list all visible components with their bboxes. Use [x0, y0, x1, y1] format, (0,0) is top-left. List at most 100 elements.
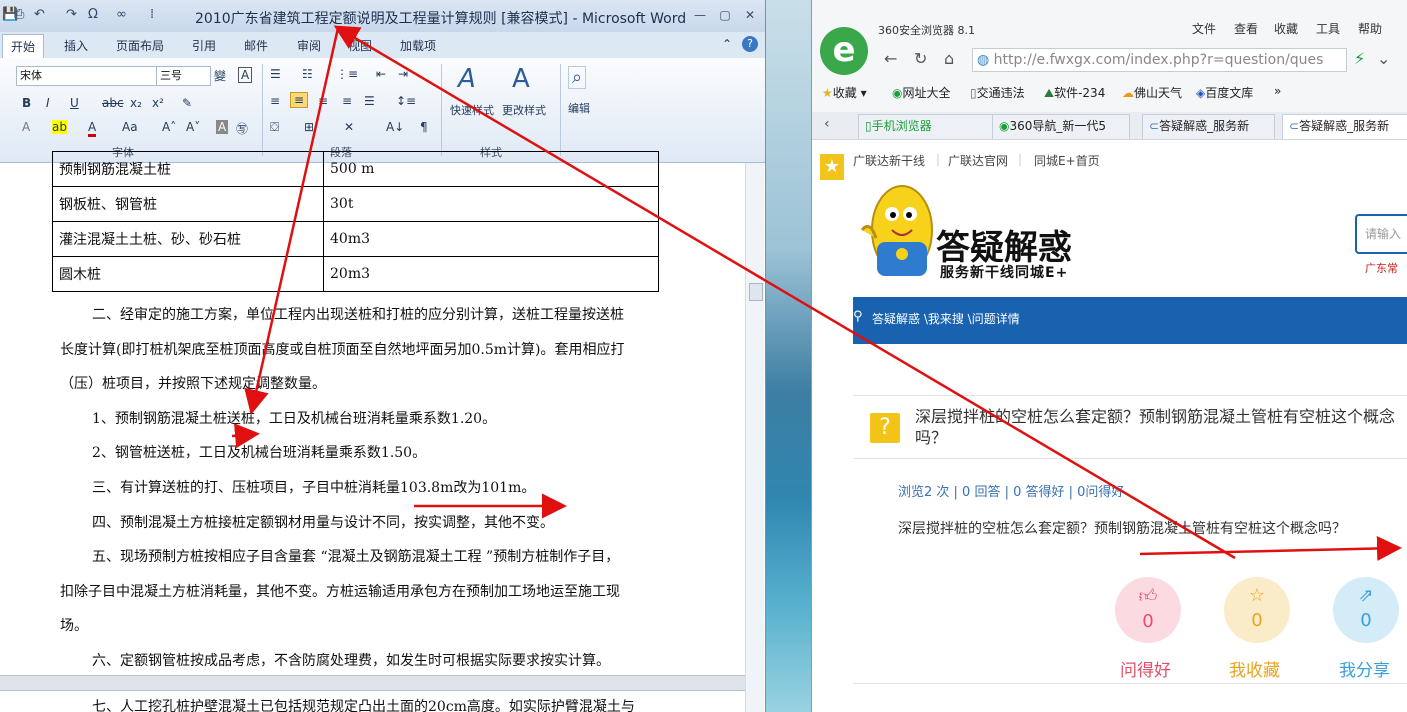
underline-icon[interactable]: U	[70, 96, 79, 110]
fav-link[interactable]: ◉网址大全	[892, 84, 951, 101]
shrink-font-icon[interactable]: A˅	[186, 120, 200, 134]
font-color-icon[interactable]: A	[88, 120, 97, 137]
menu-favorites[interactable]: 收藏	[1274, 20, 1298, 37]
increase-indent-icon[interactable]: ⇥	[398, 67, 408, 81]
browser-tab[interactable]: ⊂答疑解惑_服务新	[1142, 114, 1275, 139]
tab-view[interactable]: 视图	[348, 37, 372, 54]
distributed-icon[interactable]: ☰	[364, 94, 375, 108]
text-effect-icon[interactable]: A	[22, 120, 30, 134]
change-styles-icon[interactable]: A	[512, 64, 530, 94]
breadcrumb[interactable]: 答疑解惑 \我来搜 \问题详情	[872, 310, 1020, 327]
menu-help[interactable]: 帮助	[1358, 20, 1382, 37]
more-favorites-icon[interactable]: »	[1274, 84, 1281, 98]
fav-link[interactable]: ◈百度文库	[1196, 84, 1253, 101]
link-icon[interactable]: ∞	[116, 7, 127, 22]
change-styles-button[interactable]: 更改样式	[502, 102, 546, 118]
char-border-icon[interactable]: A	[238, 67, 253, 83]
shading-icon[interactable]: ⛋	[270, 120, 279, 135]
edit-button[interactable]: 编辑	[568, 100, 590, 116]
grow-font-icon[interactable]: A˄	[162, 120, 176, 134]
char-shading-icon[interactable]: A	[216, 120, 229, 134]
tab-addins[interactable]: 加载项	[400, 37, 436, 54]
top-link[interactable]: 广联达新干线	[853, 152, 925, 169]
tab-home[interactable]: 开始	[2, 34, 45, 60]
tab-review[interactable]: 审阅	[297, 37, 321, 54]
multilevel-list-icon[interactable]: ⋮≡	[336, 67, 358, 81]
phonetic-guide-icon[interactable]: 變	[214, 67, 226, 84]
bold-icon[interactable]: B	[22, 96, 31, 110]
top-link[interactable]: 同城E+首页	[1034, 152, 1100, 169]
home-icon[interactable]: ⌂	[944, 49, 954, 68]
back-icon[interactable]: ←	[884, 49, 897, 68]
redo-icon[interactable]: ↷	[66, 7, 77, 22]
like-label[interactable]: 问得好	[1120, 656, 1171, 681]
close-icon[interactable]: ✕	[740, 6, 760, 24]
menu-file[interactable]: 文件	[1192, 20, 1216, 37]
maximize-icon[interactable]: ▢	[715, 6, 735, 24]
table-cell: 钢板桩、钢管桩	[52, 186, 324, 222]
align-left-icon[interactable]: ≡	[270, 94, 280, 108]
omega-icon[interactable]: Ω	[88, 7, 98, 22]
customize-qat-icon[interactable]: ⁞	[150, 7, 154, 22]
superscript-icon[interactable]: x²	[152, 96, 164, 110]
collapse-ribbon-icon[interactable]: ⌃	[722, 37, 732, 51]
strikethrough-icon[interactable]: abc	[102, 96, 124, 110]
vertical-scrollbar[interactable]	[745, 163, 764, 712]
fav-link[interactable]: ☁佛山天气	[1122, 84, 1182, 101]
quick-styles-icon[interactable]: A	[458, 64, 476, 94]
align-center-icon[interactable]: ≡	[290, 92, 309, 108]
speed-icon[interactable]: ⚡	[1354, 49, 1365, 68]
refresh-icon[interactable]: ↻	[914, 49, 927, 68]
decrease-indent-icon[interactable]: ⇤	[376, 67, 386, 81]
hot-link[interactable]: 广东常	[1365, 260, 1398, 276]
align-right-icon[interactable]: ≡	[318, 94, 328, 108]
fav-link[interactable]: ⛰软件-234	[1044, 84, 1105, 101]
find-icon[interactable]: ⌕	[568, 66, 587, 89]
font-name-combo[interactable]: 宋体	[16, 66, 157, 86]
bullets-icon[interactable]: ☰	[270, 67, 281, 81]
italic-icon[interactable]: I	[46, 96, 50, 110]
like-button[interactable]: 👍︎ 0	[1115, 577, 1181, 643]
menu-tools[interactable]: 工具	[1316, 20, 1340, 37]
enclosed-char-icon[interactable]: ㊢	[236, 120, 248, 137]
tab-page-layout[interactable]: 页面布局	[116, 37, 164, 54]
tab-insert[interactable]: 插入	[64, 37, 88, 54]
browser-tab[interactable]: ▯手机浏览器	[858, 114, 994, 139]
address-bar[interactable]: ◍ http://e.fwxgx.com/index.php?r=questio…	[972, 48, 1347, 72]
dropdown-icon[interactable]: ⌄	[1377, 49, 1390, 68]
quick-styles-button[interactable]: 快速样式	[450, 102, 494, 118]
justify-icon[interactable]: ≡	[342, 94, 352, 108]
numbering-icon[interactable]: ☷	[302, 67, 313, 81]
chinese-layout-icon[interactable]: ✕	[344, 120, 354, 134]
tab-back-icon[interactable]: ‹	[824, 116, 830, 132]
favorites-button[interactable]: ★收藏 ▾	[822, 84, 867, 101]
change-case-icon[interactable]: Aa	[122, 120, 138, 134]
undo-icon[interactable]: ↶	[34, 7, 45, 22]
star-icon[interactable]: ★	[820, 154, 844, 180]
document-area[interactable]: 预制钢筋混凝土桩 500 m 钢板桩、钢管桩 30t 灌注混凝土土桩、砂、砂石桩 40…	[0, 151, 745, 712]
show-marks-icon[interactable]: ¶	[420, 120, 428, 134]
subscript-icon[interactable]: x₂	[130, 96, 142, 110]
sort-icon[interactable]: A↓	[386, 120, 404, 134]
borders-icon[interactable]: ⊞	[304, 120, 314, 134]
font-size-combo[interactable]: 三号	[156, 66, 211, 86]
print-icon[interactable]: ⎙	[14, 7, 24, 22]
favorite-label[interactable]: 我收藏	[1229, 656, 1280, 681]
menu-view[interactable]: 查看	[1234, 20, 1258, 37]
search-input[interactable]: 请输入	[1355, 214, 1407, 254]
line-spacing-icon[interactable]: ↕≡	[396, 94, 416, 108]
tab-references[interactable]: 引用	[192, 37, 216, 54]
scroll-thumb[interactable]	[749, 283, 763, 301]
highlight-icon[interactable]: ab	[52, 120, 67, 134]
share-label[interactable]: 我分享	[1339, 656, 1390, 681]
tab-mailings[interactable]: 邮件	[244, 37, 268, 54]
help-icon[interactable]: ?	[742, 36, 758, 52]
browser-tab-active[interactable]: ⊂答疑解惑_服务新	[1282, 114, 1407, 139]
clear-format-icon[interactable]: ✎	[182, 96, 192, 110]
fav-link[interactable]: ▯交通违法	[970, 84, 1025, 101]
browser-tab[interactable]: ◉360导航_新一代5	[992, 114, 1130, 139]
top-link[interactable]: 广联达官网	[948, 152, 1008, 169]
minimize-icon[interactable]: —	[690, 6, 710, 24]
share-button[interactable]: ⇗ 0	[1333, 577, 1399, 643]
favorite-button[interactable]: ☆ 0	[1224, 577, 1290, 643]
